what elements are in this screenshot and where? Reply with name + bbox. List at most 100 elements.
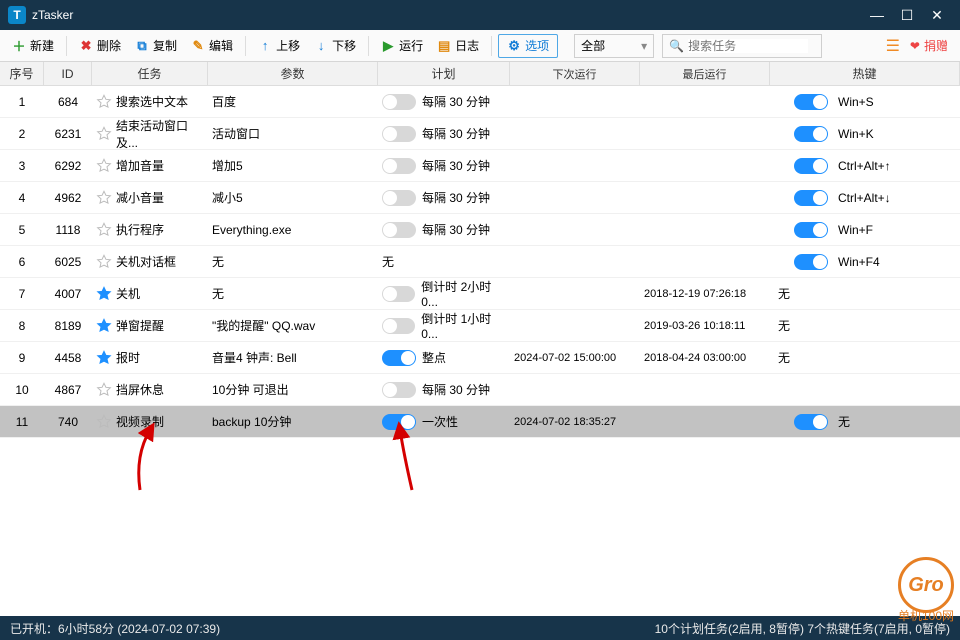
- table-header: 序号 ID 任务 参数 计划 下次运行 最后运行 热键: [0, 62, 960, 86]
- run-button[interactable]: ▶运行: [375, 33, 429, 59]
- cell-seq: 10: [0, 383, 44, 397]
- star-icon[interactable]: [96, 414, 112, 430]
- log-icon: ▤: [437, 39, 451, 53]
- cell-plan: 无: [378, 253, 510, 270]
- star-icon[interactable]: [96, 190, 112, 206]
- copy-button[interactable]: ⧉复制: [129, 33, 183, 59]
- cell-param: 百度: [208, 93, 378, 110]
- donate-button[interactable]: ❤捐赠: [910, 37, 948, 54]
- cell-hotkey: 无: [770, 317, 960, 334]
- options-button[interactable]: ⚙选项: [498, 34, 558, 58]
- plus-icon: ＋: [12, 39, 26, 53]
- col-last[interactable]: 最后运行: [640, 62, 770, 85]
- minimize-button[interactable]: —: [862, 7, 892, 23]
- app-title: zTasker: [32, 8, 862, 22]
- col-param[interactable]: 参数: [208, 62, 378, 85]
- search-box[interactable]: 🔍: [662, 34, 822, 58]
- list-view-button[interactable]: ☰: [886, 36, 900, 56]
- table-row[interactable]: 36292增加音量增加5每隔 30 分钟Ctrl+Alt+↑: [0, 150, 960, 182]
- play-icon: ▶: [381, 39, 395, 53]
- table-row[interactable]: 66025关机对话框无无Win+F4: [0, 246, 960, 278]
- separator: [491, 36, 492, 56]
- cell-id: 684: [44, 95, 92, 109]
- filter-dropdown[interactable]: 全部 ▾: [574, 34, 654, 58]
- cell-seq: 7: [0, 287, 44, 301]
- table-row[interactable]: 94458报时音量4 钟声: Bell整点2024-07-02 15:00:00…: [0, 342, 960, 374]
- cell-seq: 2: [0, 127, 44, 141]
- star-icon[interactable]: [96, 94, 112, 110]
- cell-task: 减小音量: [92, 189, 208, 206]
- col-seq[interactable]: 序号: [0, 62, 44, 85]
- toggle-switch[interactable]: [382, 382, 416, 398]
- toggle-switch[interactable]: [794, 190, 828, 206]
- table-row[interactable]: 26231结束活动窗口及...活动窗口每隔 30 分钟Win+K: [0, 118, 960, 150]
- toolbar: ＋新建 ✖删除 ⧉复制 ✎编辑 ↑上移 ↓下移 ▶运行 ▤日志 ⚙选项 全部▾ …: [0, 30, 960, 62]
- filter-value: 全部: [581, 37, 605, 54]
- new-label: 新建: [30, 37, 54, 54]
- cell-plan: 倒计时 1小时0...: [378, 310, 510, 341]
- toggle-switch[interactable]: [794, 254, 828, 270]
- delete-button[interactable]: ✖删除: [73, 33, 127, 59]
- options-label: 选项: [525, 37, 549, 54]
- cell-id: 4962: [44, 191, 92, 205]
- move-down-button[interactable]: ↓下移: [308, 33, 362, 59]
- toggle-switch[interactable]: [382, 318, 415, 334]
- col-id[interactable]: ID: [44, 62, 92, 85]
- move-up-button[interactable]: ↑上移: [252, 33, 306, 59]
- cell-task: 关机对话框: [92, 253, 208, 270]
- toggle-switch[interactable]: [382, 350, 416, 366]
- chevron-down-icon: ▾: [641, 39, 647, 53]
- table-row[interactable]: 1684搜索选中文本百度每隔 30 分钟Win+S: [0, 86, 960, 118]
- cell-task: 挡屏休息: [92, 381, 208, 398]
- star-icon[interactable]: [96, 126, 112, 142]
- search-input[interactable]: [688, 39, 808, 53]
- toggle-switch[interactable]: [382, 286, 415, 302]
- arrow-up-icon: ↑: [258, 39, 272, 53]
- table-row[interactable]: 74007关机无倒计时 2小时0...2018-12-19 07:26:18无: [0, 278, 960, 310]
- toggle-switch[interactable]: [382, 126, 416, 142]
- toggle-switch[interactable]: [382, 190, 416, 206]
- cell-id: 740: [44, 415, 92, 429]
- col-plan[interactable]: 计划: [378, 62, 510, 85]
- log-button[interactable]: ▤日志: [431, 33, 485, 59]
- cell-param: 10分钟 可退出: [208, 381, 378, 398]
- new-button[interactable]: ＋ 新建: [6, 33, 60, 59]
- toggle-switch[interactable]: [382, 94, 416, 110]
- star-icon[interactable]: [96, 286, 112, 302]
- star-icon[interactable]: [96, 382, 112, 398]
- edit-button[interactable]: ✎编辑: [185, 33, 239, 59]
- toggle-switch[interactable]: [382, 414, 416, 430]
- star-icon[interactable]: [96, 318, 112, 334]
- close-button[interactable]: ✕: [922, 7, 952, 24]
- separator: [245, 36, 246, 56]
- col-next[interactable]: 下次运行: [510, 62, 640, 85]
- star-icon[interactable]: [96, 350, 112, 366]
- cell-plan: 每隔 30 分钟: [378, 93, 510, 110]
- toggle-switch[interactable]: [794, 158, 828, 174]
- maximize-button[interactable]: ☐: [892, 7, 922, 24]
- cell-task: 搜索选中文本: [92, 93, 208, 110]
- toggle-switch[interactable]: [382, 158, 416, 174]
- toggle-switch[interactable]: [382, 222, 416, 238]
- star-icon[interactable]: [96, 158, 112, 174]
- toggle-switch[interactable]: [794, 126, 828, 142]
- col-hotkey[interactable]: 热键: [770, 62, 960, 85]
- star-icon[interactable]: [96, 222, 112, 238]
- cell-hotkey: 无: [770, 285, 960, 302]
- col-task[interactable]: 任务: [92, 62, 208, 85]
- table-row[interactable]: 11740视频录制backup 10分钟一次性2024-07-02 18:35:…: [0, 406, 960, 438]
- star-icon[interactable]: [96, 254, 112, 270]
- table-row[interactable]: 88189弹窗提醒"我的提醒" QQ.wav倒计时 1小时0...2019-03…: [0, 310, 960, 342]
- toggle-switch[interactable]: [794, 414, 828, 430]
- cell-param: "我的提醒" QQ.wav: [208, 317, 378, 334]
- table-row[interactable]: 104867挡屏休息10分钟 可退出每隔 30 分钟: [0, 374, 960, 406]
- cell-plan: 每隔 30 分钟: [378, 157, 510, 174]
- toggle-switch[interactable]: [794, 222, 828, 238]
- toggle-switch[interactable]: [794, 94, 828, 110]
- cell-param: 减小5: [208, 189, 378, 206]
- cell-last: 2019-03-26 10:18:11: [640, 320, 770, 332]
- cell-id: 4867: [44, 383, 92, 397]
- table-row[interactable]: 51118执行程序Everything.exe每隔 30 分钟Win+F: [0, 214, 960, 246]
- table-row[interactable]: 44962减小音量减小5每隔 30 分钟Ctrl+Alt+↓: [0, 182, 960, 214]
- cell-last: 2018-12-19 07:26:18: [640, 288, 770, 300]
